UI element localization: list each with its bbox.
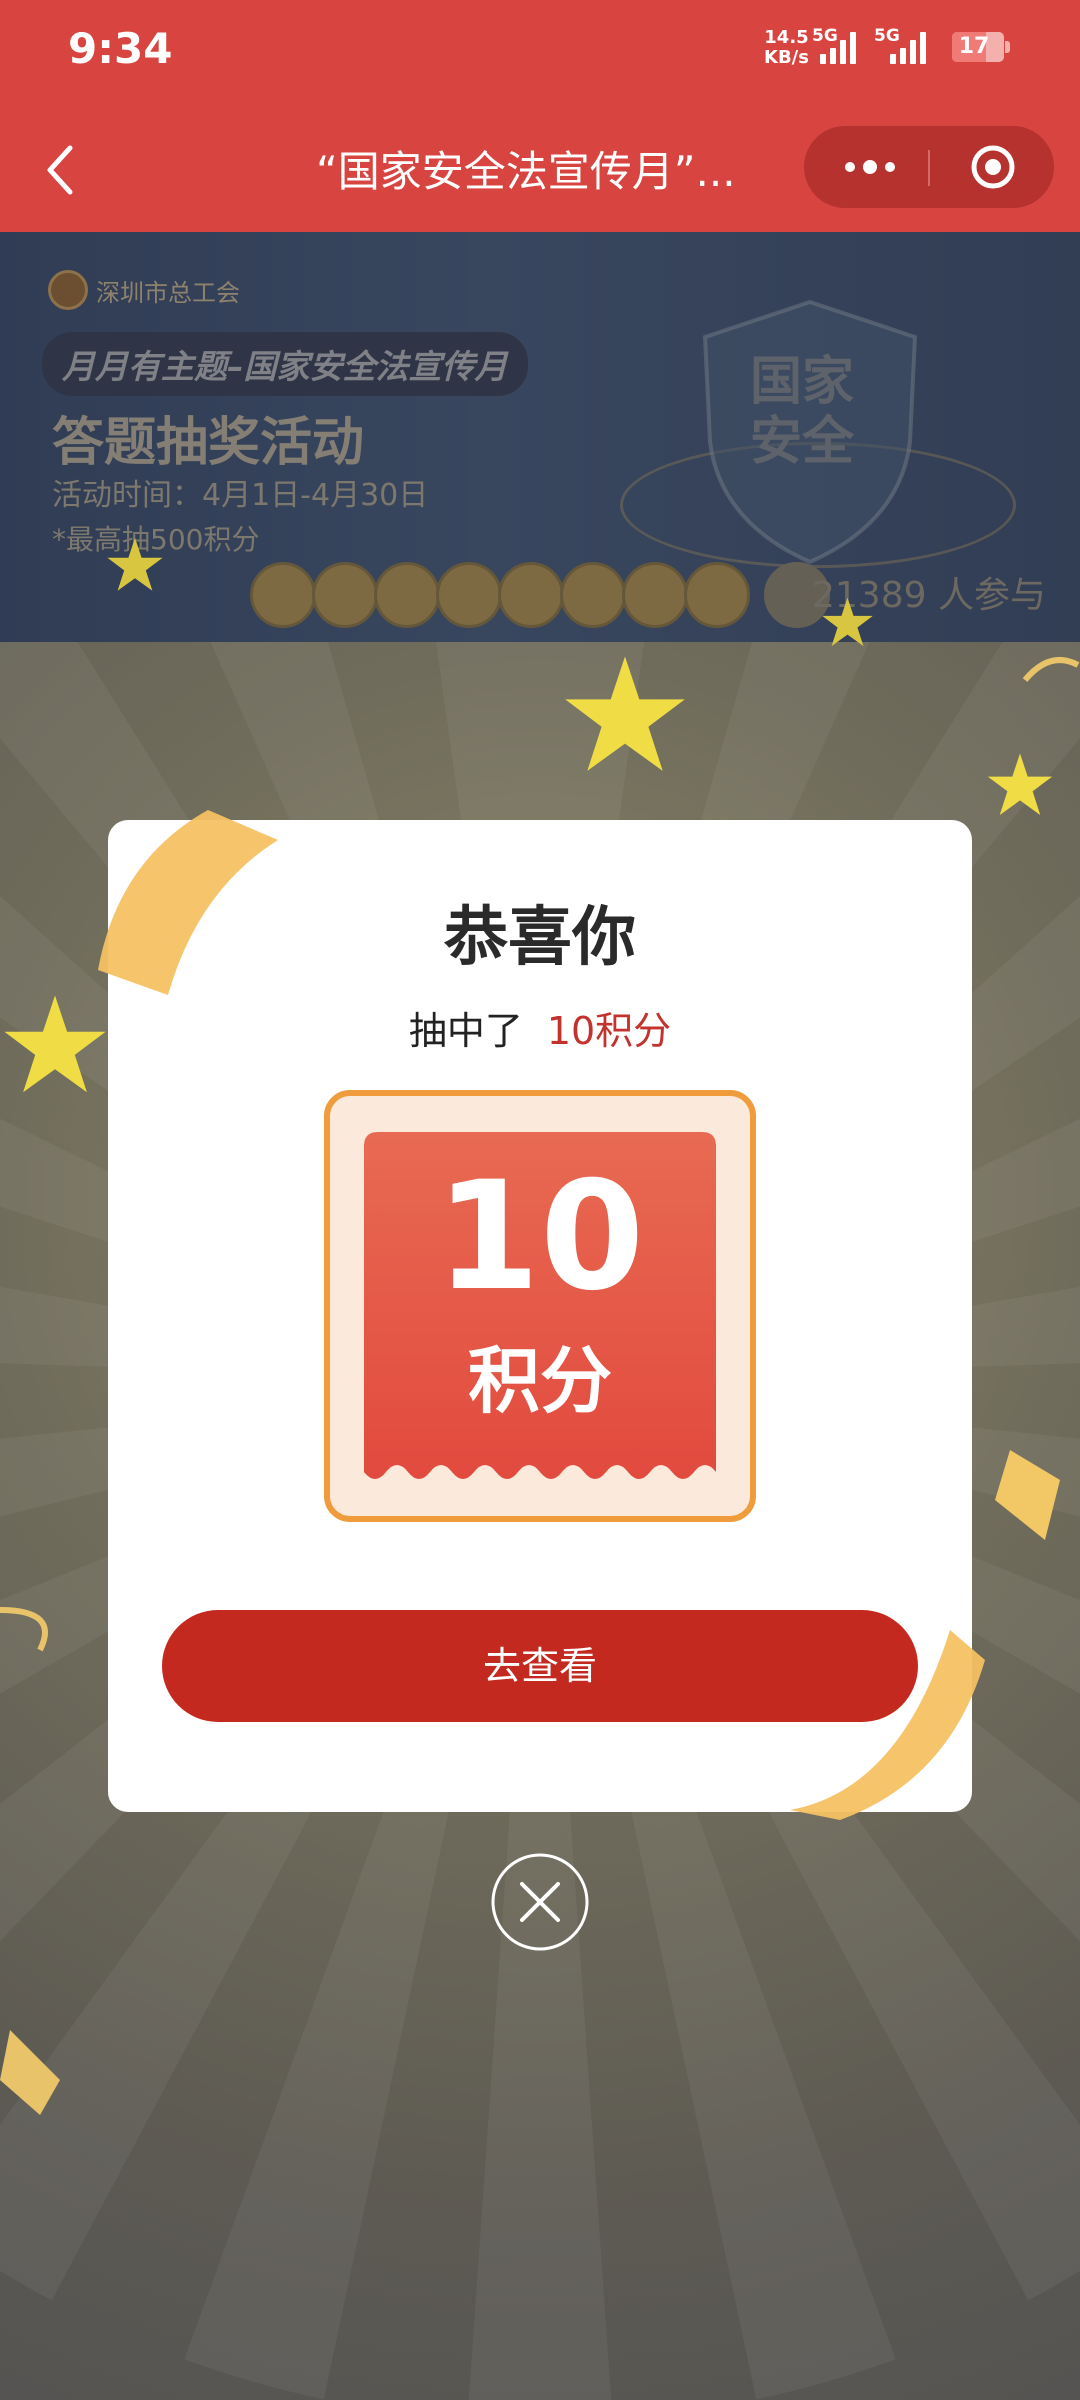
confetti-icon xyxy=(0,2030,60,2115)
status-time: 9:34 xyxy=(68,24,173,73)
top-bar: 9:34 14.5 KB/s 5G 5G 17 “国家安全法宣传月”... xyxy=(0,0,1080,232)
star-icon xyxy=(822,597,873,647)
network-speed-value: 14.5 xyxy=(764,27,809,48)
capsule-divider xyxy=(928,150,930,186)
signal-icon xyxy=(890,30,926,64)
network-speed-unit: KB/s xyxy=(764,47,809,68)
ticket-unit: 积分 xyxy=(467,1339,612,1423)
ticket-inner: 10 积分 xyxy=(364,1132,716,1482)
battery-icon: 17 xyxy=(952,32,1010,62)
back-chevron-icon[interactable] xyxy=(40,140,84,200)
close-icon[interactable] xyxy=(490,1852,590,1952)
star-icon xyxy=(565,656,685,771)
more-dots-icon[interactable] xyxy=(840,152,900,182)
subtitle-prefix: 抽中了 xyxy=(408,1009,523,1053)
target-icon[interactable] xyxy=(970,144,1016,190)
star-icon xyxy=(987,753,1053,816)
battery-level: 17 xyxy=(958,34,990,59)
prize-ticket: 10 积分 xyxy=(324,1090,756,1522)
signal-icon xyxy=(820,30,856,64)
network-speed: 14.5 KB/s xyxy=(764,28,809,68)
dialog-subtitle: 抽中了 10积分 xyxy=(108,1000,972,1055)
confetti-icon xyxy=(995,1450,1060,1540)
mini-program-capsule xyxy=(804,126,1054,208)
ticket-number: 10 xyxy=(435,1150,645,1324)
ribbon-icon xyxy=(98,810,278,995)
confetti-icon xyxy=(1022,657,1080,682)
ribbon-icon xyxy=(790,1630,985,1820)
star-icon xyxy=(107,538,163,591)
subtitle-prize: 10积分 xyxy=(546,1009,672,1053)
page-title: “国家安全法宣传月”... xyxy=(316,147,736,196)
confetti-icon xyxy=(0,1607,48,1652)
star-icon xyxy=(4,995,106,1093)
